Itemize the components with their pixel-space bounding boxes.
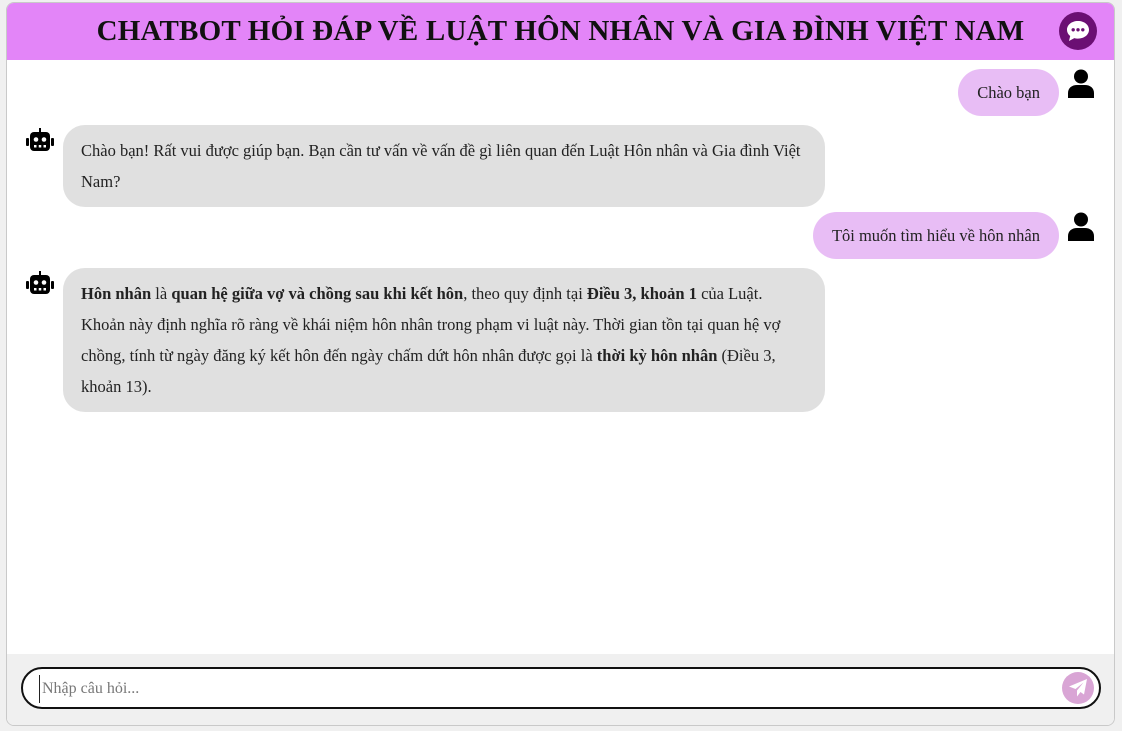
message-text: Tôi muốn tìm hiểu về hôn nhân: [831, 226, 1040, 245]
send-button[interactable]: [1062, 672, 1094, 704]
bot-message-bubble: Chào bạn! Rất vui được giúp bạn. Bạn cần…: [63, 125, 825, 207]
user-avatar-icon: [1068, 69, 1094, 103]
chat-bubble-icon[interactable]: [1059, 12, 1097, 50]
message-text: Hôn nhân là quan hệ giữa vợ và chồng sau…: [81, 284, 780, 396]
header-bar: CHATBOT HỎI ĐÁP VỀ LUẬT HÔN NHÂN VÀ GIA …: [7, 3, 1114, 60]
message-text: Chào bạn: [977, 83, 1040, 102]
message-text-segment: là: [151, 284, 172, 303]
paper-plane-icon: [1069, 679, 1087, 697]
message-bold-text: quan hệ giữa vợ và chồng sau khi kết hôn: [171, 284, 464, 303]
bot-avatar-icon: [26, 271, 54, 300]
message-bold-text: Điều 3, khoản 1: [586, 284, 697, 303]
bot-message-bubble: Hôn nhân là quan hệ giữa vợ và chồng sau…: [63, 268, 825, 412]
input-bar: [7, 654, 1114, 725]
bot-avatar-icon: [26, 128, 54, 157]
user-avatar-icon: [1068, 212, 1094, 246]
question-input[interactable]: [39, 675, 1044, 703]
user-message-bubble: Chào bạn: [958, 69, 1059, 116]
page-title: CHATBOT HỎI ĐÁP VỀ LUẬT HÔN NHÂN VÀ GIA …: [96, 15, 1025, 47]
question-input-wrapper: [21, 667, 1101, 709]
user-message-bubble: Tôi muốn tìm hiểu về hôn nhân: [812, 212, 1059, 259]
message-text-segment: , theo quy định tại: [463, 284, 587, 303]
message-bold-text: Hôn nhân: [81, 284, 152, 303]
chat-app: CHATBOT HỎI ĐÁP VỀ LUẬT HÔN NHÂN VÀ GIA …: [6, 2, 1115, 726]
message-text: Chào bạn! Rất vui được giúp bạn. Bạn cần…: [81, 141, 801, 191]
message-list[interactable]: Chào bạn Chào bạn! Rất vui được giúp bạn…: [7, 60, 1114, 656]
message-bold-text: thời kỳ hôn nhân: [596, 346, 718, 365]
